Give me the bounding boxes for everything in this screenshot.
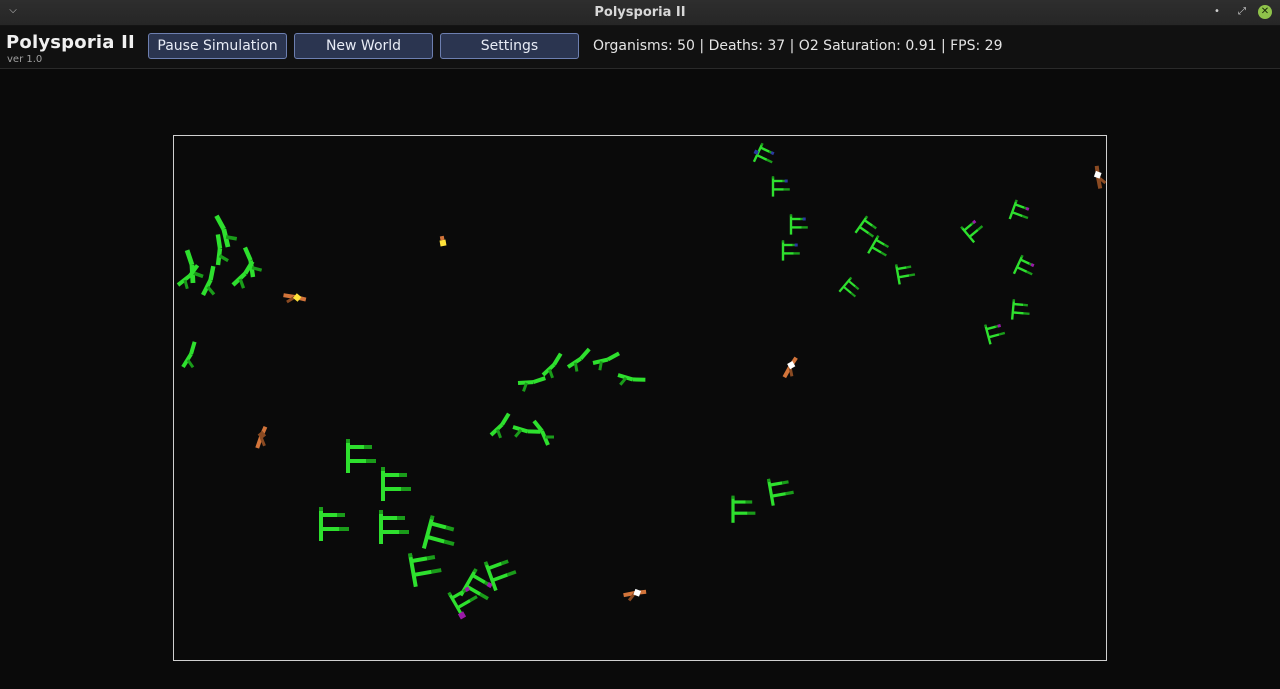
pause-simulation-button[interactable]: Pause Simulation (148, 33, 287, 59)
window-titlebar: ⌵ Polysporia II • ⤢ ✕ (0, 0, 1280, 26)
simulation-world[interactable] (173, 135, 1107, 661)
world-border (173, 135, 1107, 661)
world-canvas[interactable] (173, 135, 1107, 661)
settings-button[interactable]: Settings (440, 33, 579, 59)
minimize-icon[interactable]: • (1210, 5, 1224, 19)
app-toolbar: Polysporia II ver 1.0 Pause Simulation N… (0, 26, 1280, 69)
new-world-button[interactable]: New World (294, 33, 433, 59)
maximize-icon[interactable]: ⤢ (1235, 5, 1249, 19)
app-name: Polysporia II (6, 32, 135, 53)
close-icon[interactable]: ✕ (1258, 5, 1272, 19)
simulation-stats: Organisms: 50 | Deaths: 37 | O2 Saturati… (593, 38, 1003, 54)
window-title: Polysporia II (594, 5, 686, 20)
app-version: ver 1.0 (7, 54, 43, 65)
